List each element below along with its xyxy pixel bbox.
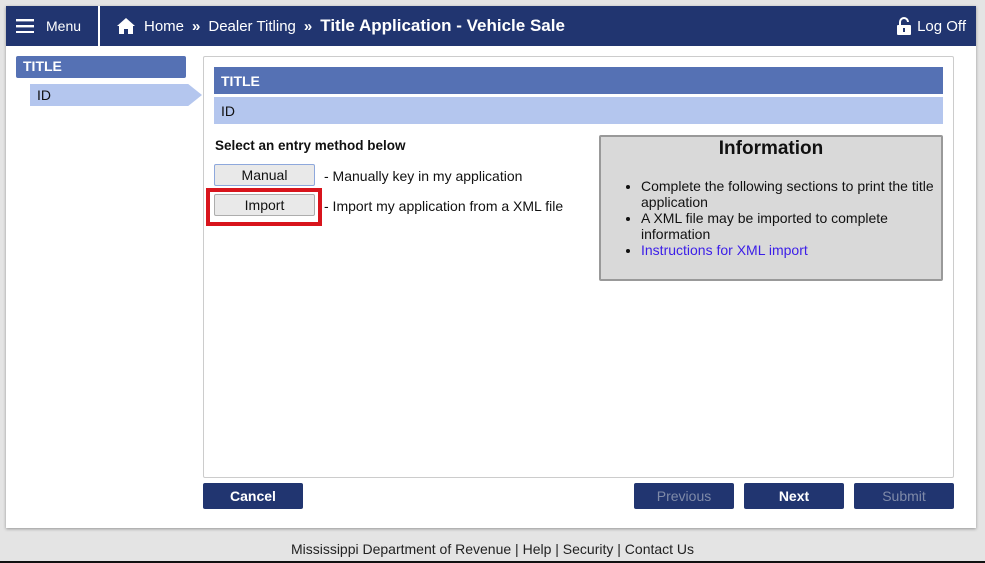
- manual-description: - Manually key in my application: [324, 168, 523, 184]
- footer-link-help[interactable]: Help: [523, 541, 552, 557]
- section-header: TITLE: [214, 67, 943, 94]
- information-title: Information: [718, 138, 824, 159]
- import-description: - Import my application from a XML file: [324, 198, 564, 214]
- subsection-header: ID: [214, 97, 943, 124]
- entry-method-prompt: Select an entry method below: [215, 138, 406, 153]
- footer-link-security[interactable]: Security: [563, 541, 614, 557]
- info-item: A XML file may be imported to complete i…: [641, 210, 941, 242]
- page-title: Title Application - Vehicle Sale: [320, 16, 565, 35]
- log-off-label: Log Off: [917, 17, 966, 35]
- manual-button[interactable]: Manual: [214, 164, 315, 186]
- footer-divider: |: [617, 541, 621, 557]
- sidebar-item-id[interactable]: ID: [30, 84, 202, 106]
- next-button[interactable]: Next: [744, 483, 844, 509]
- import-button[interactable]: Import: [214, 194, 315, 216]
- page-card: Menu Home » Dealer Titling » Title Appli…: [6, 6, 976, 528]
- footer-link-dor[interactable]: Mississippi Department of Revenue: [291, 541, 511, 557]
- menu-label: Menu: [46, 18, 82, 34]
- info-item: Instructions for XML import: [641, 242, 941, 258]
- header-divider: [98, 6, 100, 46]
- unlock-icon: [897, 17, 912, 35]
- home-icon: [117, 18, 135, 34]
- info-item: Complete the following sections to print…: [641, 178, 941, 210]
- footer-divider: |: [555, 541, 559, 557]
- breadcrumb: Home » Dealer Titling » Title Applicatio…: [116, 6, 565, 46]
- breadcrumb-separator: »: [303, 17, 313, 35]
- information-box: Information Complete the following secti…: [599, 135, 943, 281]
- hamburger-icon: [16, 19, 34, 33]
- menu-button[interactable]: Menu: [16, 6, 81, 46]
- main-panel: TITLE ID Select an entry method below Ma…: [203, 56, 954, 478]
- previous-button[interactable]: Previous: [634, 483, 734, 509]
- breadcrumb-dealer-titling[interactable]: Dealer Titling: [208, 18, 296, 35]
- log-off-button[interactable]: Log Off: [897, 6, 966, 46]
- sidebar-section-title[interactable]: TITLE: [16, 56, 186, 78]
- xml-instructions-link[interactable]: Instructions for XML import: [641, 242, 808, 258]
- breadcrumb-separator: »: [192, 17, 201, 35]
- cancel-button[interactable]: Cancel: [203, 483, 303, 509]
- footer-divider: |: [515, 541, 519, 557]
- footer: Mississippi Department of Revenue | Help…: [0, 541, 985, 557]
- top-header: Menu Home » Dealer Titling » Title Appli…: [6, 6, 976, 46]
- breadcrumb-home[interactable]: Home: [144, 18, 184, 35]
- submit-button[interactable]: Submit: [854, 483, 954, 509]
- footer-link-contact[interactable]: Contact Us: [625, 541, 694, 557]
